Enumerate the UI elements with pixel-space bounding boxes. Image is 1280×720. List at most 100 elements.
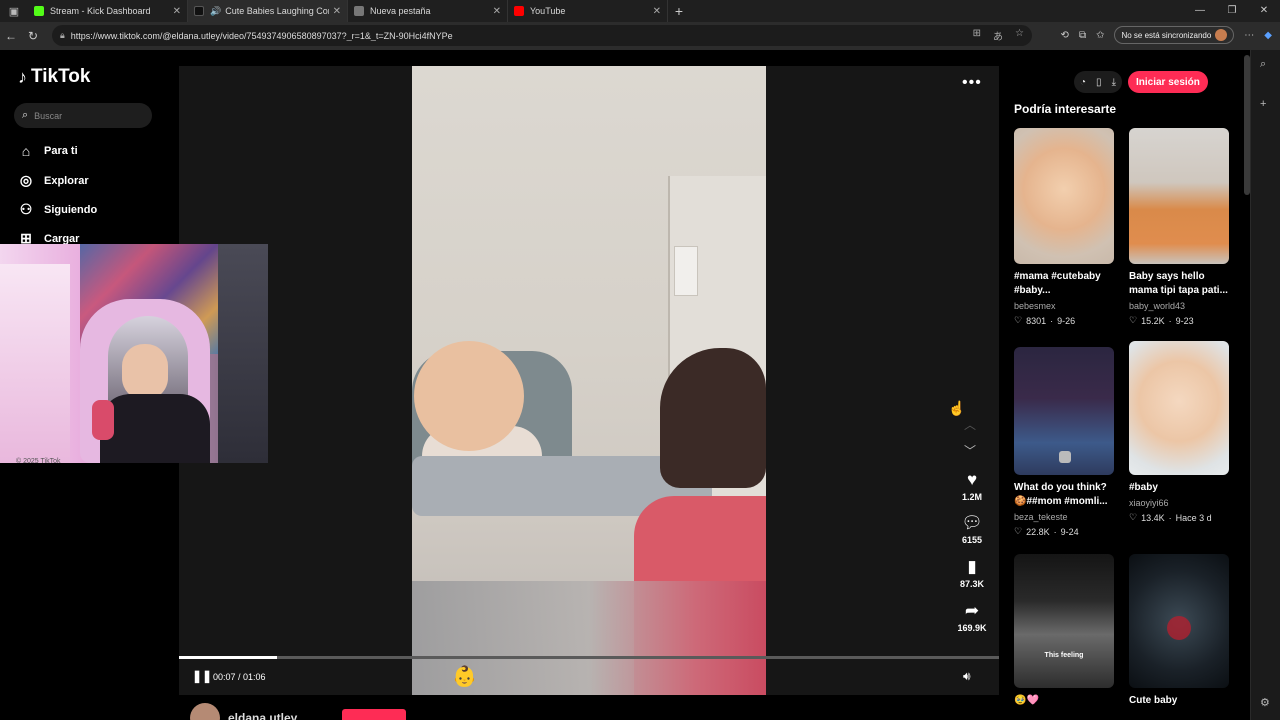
download-icon[interactable]: ⤓ [1112,77,1116,88]
thumbnail-overlay-text: This feeling [1044,652,1084,659]
refresh-button[interactable]: ↻ [22,29,44,43]
heart-outline-icon: ♡ [1129,315,1138,325]
heart-outline-icon: ♡ [1014,315,1023,325]
tiktok-logo[interactable]: ♪ TikTok [18,66,90,88]
like-button[interactable]: ♥ 1.2M [950,470,994,502]
bookmark-icon: ▮ [967,557,977,576]
more-menu-icon[interactable]: ⋯ [1244,30,1254,41]
page-scrollbar[interactable] [1244,55,1250,195]
tablet-icon[interactable]: ▯ [1096,77,1102,88]
tab-actions-icon[interactable]: ▣ [0,0,28,22]
heart-outline-icon: ♡ [1014,526,1023,536]
sidebar-item-label: Siguiendo [44,203,98,216]
card-caption: Cute baby [1129,695,1178,706]
video-baby-face [414,341,524,451]
lock-icon[interactable]: 🔒︎ [60,30,65,41]
card-username[interactable]: beza_tekeste [1014,512,1114,522]
card-likes: 8301 [1026,315,1047,326]
card-username[interactable]: bebesmex [1014,301,1114,311]
recommended-video-card[interactable]: What do you think? 🍪##mom #momli... beza… [1014,347,1114,537]
recommended-video-card[interactable]: Cute baby [1129,554,1229,708]
close-tab-icon[interactable]: ✕ [333,6,341,17]
comment-button[interactable]: 💬︎ 6155 [950,513,994,545]
blur-square [1059,451,1071,463]
video-time: 00:07 / 01:06 [213,672,266,682]
save-button[interactable]: ▮ 87.3K [950,557,994,589]
url-tools: ⊞ あ ☆ [973,28,1024,43]
pause-icon[interactable]: ❚❚ [192,669,212,683]
card-username[interactable]: xiaoyiyi66 [1129,498,1229,508]
card-date: 9-23 [1175,315,1194,326]
sidebar-item-explorar[interactable]: ◎ Explorar [18,172,89,189]
settings-gear-icon[interactable]: ⚙ [1260,696,1270,709]
back-button[interactable]: ← [0,29,22,43]
add-icon[interactable]: + [1260,98,1266,110]
favorite-star-icon[interactable]: ☆ [1015,28,1024,43]
search-icon[interactable]: ⌕ [1260,58,1266,71]
search-bar[interactable]: ⌕ [14,103,152,128]
next-video-chevron-down-icon[interactable]: ﹀ [964,442,976,459]
volume-icon[interactable]: 🔊︎ [963,669,971,684]
following-icon: ⚇ [19,201,33,217]
restore-icon[interactable]: ❐ [1216,0,1248,22]
tab-new-tab[interactable]: Nueva pestaña ✕ [348,0,508,22]
tab-youtube[interactable]: YouTube ✕ [508,0,668,22]
tiktok-note-icon: ♪ [18,66,27,87]
close-tab-icon[interactable]: ✕ [493,6,501,17]
card-meta: ♡ 15.2K · 9-23 [1129,315,1229,326]
author-row[interactable]: eldana.utley [190,703,297,720]
recommended-video-card[interactable]: #mama #cutebaby #baby... bebesmex ♡ 8301… [1014,128,1114,326]
close-window-icon[interactable]: ✕ [1248,0,1280,22]
share-button[interactable]: ➦ 169.9K [950,601,994,633]
split-screen-icon[interactable]: ⧉ [1079,30,1086,41]
recommended-video-card[interactable]: This feeling 🥹🩷 [1014,554,1114,708]
apps-icon[interactable]: ⊞ [973,28,981,43]
video-thumbnail[interactable] [1129,128,1229,264]
sync-label: No se está sincronizando [1121,30,1212,40]
card-likes: 22.8K [1026,526,1050,537]
copilot-icon[interactable]: ◆ [1264,30,1272,41]
close-tab-icon[interactable]: ✕ [653,6,661,17]
url-text[interactable]: https://www.tiktok.com/@eldana.utley/vid… [71,31,973,41]
recommended-video-card[interactable]: #baby xiaoyiyi66 ♡ 13.4K · Hace 3 d [1129,341,1229,523]
author-avatar[interactable] [190,703,220,720]
video-thumbnail[interactable] [1014,128,1114,264]
tab-title: Stream - Kick Dashboard [50,6,151,16]
search-input[interactable] [34,110,135,121]
card-caption-line2: 🍪##mom #momli... [1014,496,1108,507]
youtube-favicon-icon [514,6,524,16]
author-name[interactable]: eldana.utley [228,711,297,720]
tab-tiktok[interactable]: 🔊 Cute Babies Laughing Comp ✕ [188,0,348,22]
kick-favicon-icon [34,6,44,16]
progress-fill [179,656,278,659]
follow-button[interactable] [342,709,406,720]
video-frame[interactable] [412,66,766,695]
extensions-icon[interactable]: ⟲ [1061,30,1069,41]
sidebar-item-para-ti[interactable]: ⌂ Para ti [18,143,78,159]
card-meta: ♡ 13.4K · Hace 3 d [1129,512,1229,523]
video-thumbnail[interactable]: This feeling [1014,554,1114,688]
new-tab-button[interactable]: + [668,3,690,19]
close-tab-icon[interactable]: ✕ [173,6,181,17]
video-thumbnail[interactable] [1129,341,1229,475]
login-button[interactable]: Iniciar sesión [1127,71,1208,93]
url-field[interactable]: 🔒︎ https://www.tiktok.com/@eldana.utley/… [52,25,1032,46]
video-thumbnail[interactable] [1129,554,1229,688]
profile-sync-button[interactable]: No se está sincronizando [1114,26,1235,44]
more-options-icon[interactable]: ••• [962,74,982,92]
webcam-pc-case [0,264,70,463]
tab-kick-dashboard[interactable]: Stream - Kick Dashboard ✕ [28,0,188,22]
card-username[interactable]: baby_world43 [1129,301,1229,311]
top-actions: ◔ ▯ ⤓ Iniciar sesión [1074,70,1208,94]
favorites-icon[interactable]: ✩ [1096,30,1104,41]
tiktok-favicon-icon [194,6,204,16]
recommended-video-card[interactable]: Baby says hello mama tipi tapa pati... b… [1129,128,1229,326]
speaker-icon[interactable]: 🔊 [210,6,221,17]
video-thumbnail[interactable] [1014,347,1114,475]
sidebar-item-siguiendo[interactable]: ⚇ Siguiendo [18,201,97,218]
video-progress-bar[interactable] [179,656,999,659]
previous-video-chevron-up-icon[interactable]: ︿ [964,416,976,433]
translate-icon[interactable]: あ [993,28,1003,43]
creator-tools-icon[interactable]: ◔ [1080,77,1086,88]
minimize-icon[interactable]: — [1184,0,1216,22]
